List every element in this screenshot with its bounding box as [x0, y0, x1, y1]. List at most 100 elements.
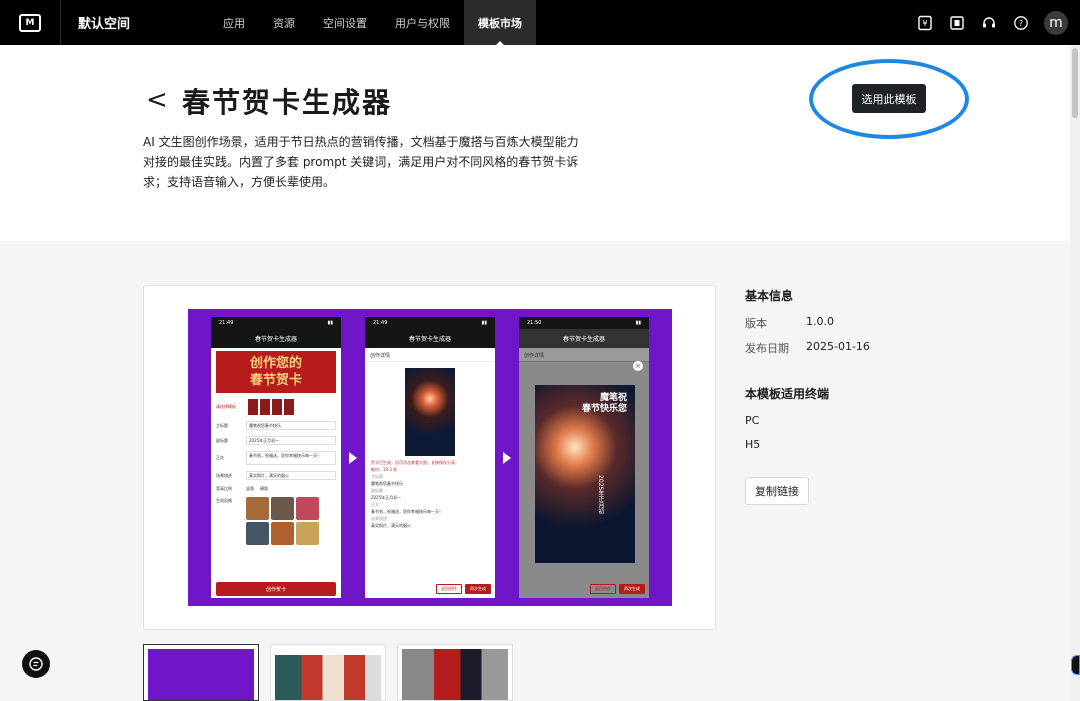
- preview-thumbnail[interactable]: [143, 644, 259, 701]
- preview-thumbnail[interactable]: [270, 644, 386, 701]
- template-row: 请选择模板: [211, 396, 341, 418]
- nav-apps[interactable]: 应用: [209, 0, 259, 45]
- form-field[interactable]: 2025年正月初一: [246, 436, 336, 445]
- form-label: 场景描述: [216, 472, 232, 478]
- detail-value: 2025年正月初一: [371, 495, 402, 500]
- phone-card-preview: 21:50 ▮▮ 春节贺卡生成器 创作详情 × 魔笔祝 春节快乐您 2025年正月…: [519, 317, 649, 598]
- terminal-title: 本模板适用终端: [745, 387, 830, 401]
- close-icon[interactable]: ×: [633, 361, 643, 371]
- preview-image[interactable]: 21:49 ▮▮ 春节贺卡生成器 创作您的 春节贺卡 请选择模板 主标题 魔笔祝您春…: [188, 309, 672, 606]
- thumbnail-image: [402, 649, 508, 700]
- template-description: AI 文生图创作场景，适用于节日热点的营销传播，文档基于魔搭与百炼大模型能力对接…: [143, 135, 579, 189]
- form-field[interactable]: 春节到，祝福送，愿你幸福快乐每一天！: [246, 451, 336, 465]
- terminal-h5: H5: [745, 438, 761, 451]
- arrow-right-icon: [349, 452, 357, 464]
- back-arrow-icon[interactable]: <: [146, 85, 168, 115]
- nav-space-settings[interactable]: 空间设置: [309, 0, 381, 45]
- phone-app-title: 春节贺卡生成器: [211, 329, 341, 348]
- film-icon[interactable]: [948, 14, 966, 32]
- ratio-option-portrait[interactable]: 竖版: [246, 486, 254, 492]
- nav-users-permissions[interactable]: 用户与权限: [381, 0, 464, 45]
- status-time: 21:50: [527, 320, 542, 326]
- card-date: 2025年正月初: [597, 475, 604, 515]
- space-name[interactable]: 默认空间: [61, 13, 209, 32]
- copy-link-button[interactable]: 复制链接: [745, 477, 809, 505]
- style-label: 生成风格: [216, 498, 232, 503]
- detail-value: 春节到，祝福送，愿你幸福快乐每一天！: [371, 509, 443, 514]
- billing-icon[interactable]: ¥: [916, 14, 934, 32]
- modal-title: 创作详情: [519, 348, 649, 362]
- detail-label: 副标题: [371, 488, 383, 493]
- form-label: 正文: [216, 455, 224, 460]
- logo-icon: M: [19, 13, 41, 32]
- result-notice: 贺卡已生成，但可点击查看大图，长按保存分享。: [371, 460, 459, 465]
- status-time: 21:49: [219, 320, 234, 326]
- terminal-pc: PC: [745, 414, 760, 427]
- status-time: 21:49: [373, 320, 388, 326]
- phone-create-form: 21:49 ▮▮ 春节贺卡生成器 创作您的 春节贺卡 请选择模板 主标题 魔笔祝您春…: [211, 317, 341, 598]
- phone-app-title: 春节贺卡生成器: [519, 329, 649, 348]
- style-grid[interactable]: [246, 497, 341, 545]
- form-row: 场景描述 真实照片，满天的烟火: [211, 468, 341, 483]
- thumbnail-image: [275, 655, 381, 700]
- regenerate-button[interactable]: 再次生成: [465, 584, 491, 594]
- logo[interactable]: M: [0, 0, 61, 45]
- modal-title: 创作详情: [365, 348, 495, 362]
- side-assistant-tab[interactable]: [1071, 655, 1080, 675]
- detail-value: 魔笔祝您春节快乐: [371, 481, 403, 486]
- detail-label: 正文: [371, 502, 379, 507]
- detail-value: 真实照片，满天的烟火: [371, 523, 411, 528]
- signal-icon: ▮▮: [327, 320, 333, 326]
- result-actions: 返回创作 再次生成: [436, 584, 491, 594]
- chat-bubble-icon[interactable]: [22, 650, 50, 678]
- card-thumbnail[interactable]: [405, 368, 455, 456]
- version-value: 1.0.0: [806, 315, 834, 328]
- detail-label: 主标题: [371, 474, 383, 479]
- regenerate-button[interactable]: 再次生成: [619, 584, 645, 594]
- top-icons: ¥ ? m: [916, 0, 1068, 45]
- page-scrollbar[interactable]: [1070, 45, 1080, 701]
- phone-status-bar: 21:49 ▮▮: [365, 317, 495, 329]
- card-greeting: 魔笔祝 春节快乐您: [581, 393, 627, 414]
- result-details: 贺卡已生成，但可点击查看大图，长按保存分享。 耗时：19.3 秒 主标题 魔笔祝…: [365, 456, 495, 532]
- svg-text:?: ?: [1019, 19, 1023, 28]
- page-title: 春节贺卡生成器: [182, 86, 393, 119]
- card-large-preview[interactable]: 魔笔祝 春节快乐您 2025年正月初: [535, 385, 635, 563]
- phone-status-bar: 21:49 ▮▮: [211, 317, 341, 329]
- help-icon[interactable]: ?: [1012, 14, 1030, 32]
- template-row-label: 请选择模板: [216, 404, 236, 409]
- result-elapsed: 耗时：19.3 秒: [371, 467, 398, 472]
- form-field[interactable]: 真实照片，满天的烟火: [246, 471, 336, 480]
- ratio-option-landscape[interactable]: 横版: [260, 486, 268, 492]
- back-to-create-button[interactable]: 返回创作: [436, 584, 462, 594]
- thumbnail-image: [148, 649, 254, 700]
- release-date-label: 发布日期: [745, 342, 789, 355]
- detail-label: 场景描述: [371, 516, 387, 521]
- svg-text:¥: ¥: [922, 19, 927, 28]
- nav-resources[interactable]: 资源: [259, 0, 309, 45]
- form-label: 主标题: [216, 422, 228, 428]
- release-date-value: 2025-01-16: [806, 340, 870, 353]
- arrow-right-icon: [503, 452, 511, 464]
- signal-icon: ▮▮: [635, 320, 641, 326]
- preview-thumbnail[interactable]: [397, 644, 513, 701]
- template-thumbs[interactable]: [248, 399, 294, 415]
- user-avatar[interactable]: m: [1044, 10, 1068, 35]
- use-template-button[interactable]: 选用此模板: [852, 84, 926, 113]
- form-row: 正文 春节到，祝福送，愿你幸福快乐每一天！: [211, 448, 341, 468]
- scrollbar-thumb[interactable]: [1072, 48, 1078, 118]
- phone-status-bar: 21:50 ▮▮: [519, 317, 649, 329]
- form-row: 主标题 魔笔祝您春节快乐: [211, 418, 341, 433]
- version-label: 版本: [745, 317, 767, 330]
- signal-icon: ▮▮: [481, 320, 487, 326]
- form-row: 副标题 2025年正月初一: [211, 433, 341, 448]
- ratio-label: 宽高比例: [216, 486, 232, 491]
- form-label: 副标题: [216, 437, 228, 443]
- top-navbar: M 默认空间 应用 资源 空间设置 用户与权限 模板市场 ¥ ? m: [0, 0, 1080, 45]
- nav-template-market[interactable]: 模板市场: [464, 0, 536, 45]
- form-field[interactable]: 魔笔祝您春节快乐: [246, 421, 336, 430]
- back-to-create-button[interactable]: 返回创作: [590, 584, 616, 594]
- headset-icon[interactable]: [980, 14, 998, 32]
- ratio-row: 宽高比例 竖版 横版: [211, 483, 341, 495]
- create-card-button[interactable]: 创作贺卡: [216, 582, 336, 596]
